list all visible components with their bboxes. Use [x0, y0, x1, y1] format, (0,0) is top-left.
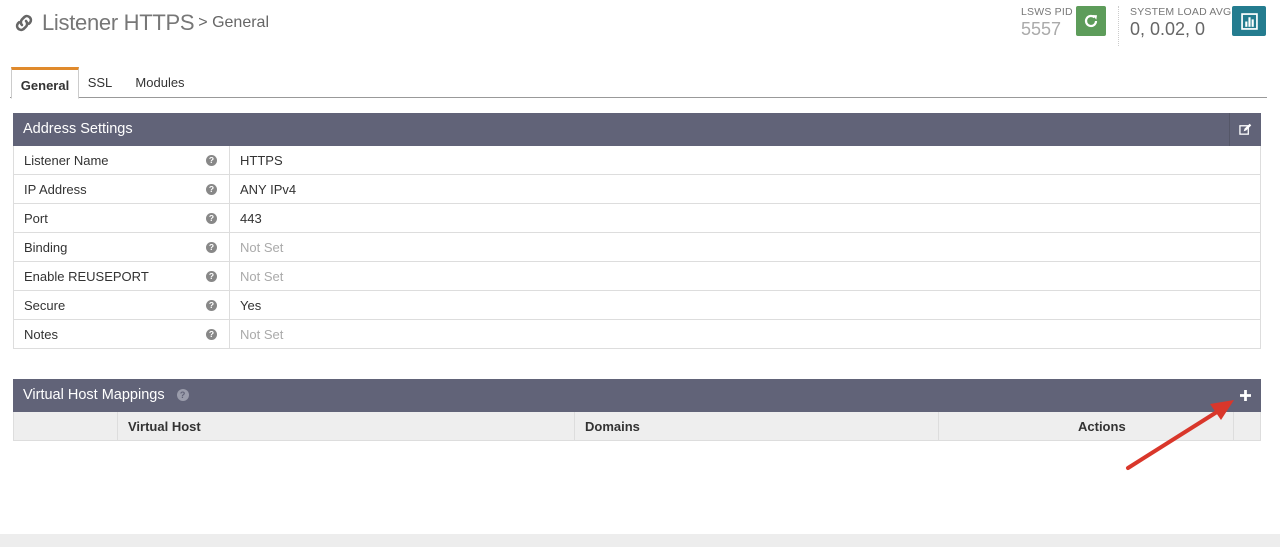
- refresh-icon: [1084, 14, 1098, 28]
- setting-value: Not Set: [240, 269, 284, 284]
- breadcrumb: > General: [198, 14, 270, 31]
- setting-label: Port: [24, 211, 48, 226]
- help-icon[interactable]: ?: [206, 155, 217, 166]
- column-header-actions: Actions: [1078, 419, 1126, 434]
- annotation-arrow: [1126, 400, 1234, 470]
- setting-value: ANY IPv4: [240, 182, 297, 197]
- setting-label: Notes: [24, 327, 58, 342]
- setting-value: Yes: [240, 298, 262, 313]
- vhost-mappings-title: Virtual Host Mappings: [23, 387, 165, 403]
- setting-label: Binding: [24, 240, 68, 255]
- load-label: SYSTEM LOAD AVG: [1130, 6, 1232, 18]
- page-title: Listener HTTPS > General: [12, 10, 269, 36]
- setting-row-port: Port ? 443: [14, 204, 1260, 233]
- setting-value: 443: [240, 211, 262, 226]
- address-settings-table: Listener Name ? HTTPS IP Address ? ANY I…: [13, 146, 1261, 349]
- help-icon[interactable]: ?: [206, 242, 217, 253]
- real-time-stats-button[interactable]: [1232, 6, 1266, 36]
- setting-row-ip-address: IP Address ? ANY IPv4: [14, 175, 1260, 204]
- pid-label: LSWS PID: [1021, 6, 1073, 18]
- restart-button[interactable]: [1076, 6, 1106, 36]
- column-divider: [574, 412, 575, 440]
- help-icon[interactable]: ?: [206, 271, 217, 282]
- plus-icon: [1239, 390, 1251, 401]
- setting-value: Not Set: [240, 327, 284, 342]
- link-icon: [15, 14, 33, 32]
- tab-bar: General SSL Modules: [10, 67, 1267, 99]
- bar-chart-icon: [1240, 12, 1258, 30]
- setting-row-binding: Binding ? Not Set: [14, 233, 1260, 262]
- setting-value: HTTPS: [240, 153, 283, 168]
- load-value: 0, 0.02, 0: [1130, 19, 1206, 39]
- help-icon[interactable]: ?: [206, 300, 217, 311]
- footer-bar: [0, 534, 1280, 547]
- vhost-mappings-header: Virtual Host Mappings ?: [13, 379, 1261, 412]
- header-divider: [1118, 6, 1119, 46]
- tab-ssl[interactable]: SSL: [80, 67, 120, 98]
- column-header-domains: Domains: [585, 419, 640, 434]
- setting-label: Secure: [24, 298, 66, 313]
- column-header-virtual-host: Virtual Host: [128, 419, 201, 434]
- setting-label: Enable REUSEPORT: [24, 269, 149, 284]
- help-icon[interactable]: ?: [206, 213, 217, 224]
- setting-row-enable-reuseport: Enable REUSEPORT ? Not Set: [14, 262, 1260, 291]
- column-divider: [117, 412, 118, 440]
- setting-label: Listener Name: [24, 153, 109, 168]
- lsws-pid: LSWS PID 5557: [1021, 6, 1073, 40]
- help-icon[interactable]: ?: [206, 329, 217, 340]
- page-title-text: Listener HTTPS: [42, 10, 195, 35]
- setting-row-listener-name: Listener Name ? HTTPS: [14, 146, 1260, 175]
- address-settings-header: Address Settings: [13, 113, 1261, 146]
- help-icon[interactable]: ?: [176, 389, 189, 402]
- system-load: SYSTEM LOAD AVG 0, 0.02, 0: [1130, 6, 1231, 40]
- page-header: Listener HTTPS > General LSWS PID 5557 S…: [0, 0, 1280, 60]
- column-divider: [938, 412, 939, 440]
- vhost-mappings-table-header: Virtual Host Domains Actions: [13, 412, 1261, 441]
- setting-value: Not Set: [240, 240, 284, 255]
- tab-general[interactable]: General: [11, 67, 79, 99]
- setting-row-notes: Notes ? Not Set: [14, 320, 1260, 349]
- address-settings-title: Address Settings: [23, 121, 133, 137]
- edit-button[interactable]: [1229, 113, 1261, 146]
- setting-row-secure: Secure ? Yes: [14, 291, 1260, 320]
- setting-label: IP Address: [24, 182, 87, 197]
- pid-value: 5557: [1021, 19, 1062, 39]
- tab-modules[interactable]: Modules: [126, 67, 194, 98]
- help-icon[interactable]: ?: [206, 184, 217, 195]
- edit-icon: [1239, 123, 1252, 135]
